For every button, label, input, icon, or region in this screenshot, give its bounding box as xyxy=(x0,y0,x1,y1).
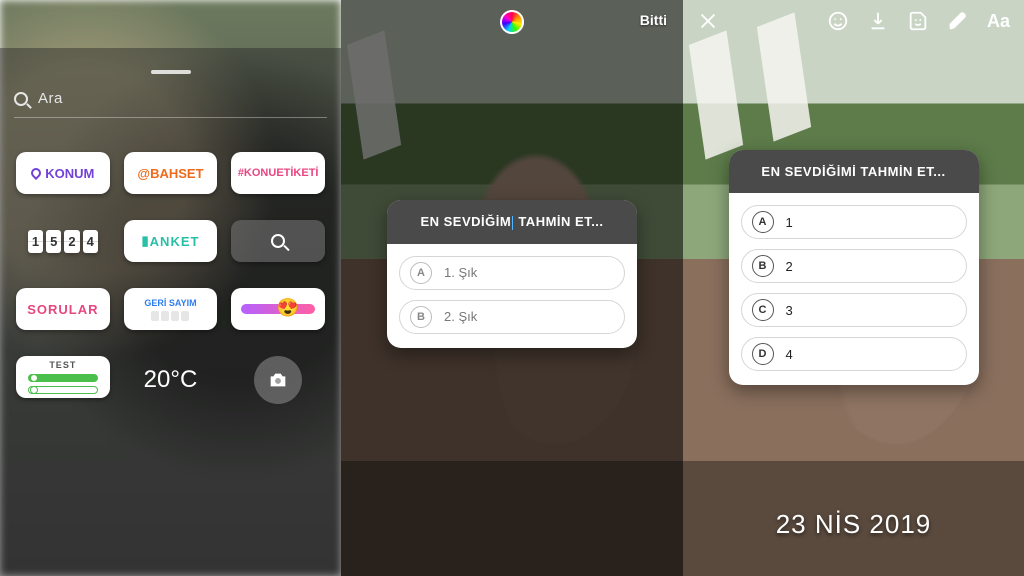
sticker-mention[interactable]: @BAHSET xyxy=(124,152,218,194)
option-letter: D xyxy=(752,343,774,365)
sticker-countdown[interactable]: GERİ SAYIM xyxy=(124,288,218,330)
sticker-weather[interactable]: 20°C xyxy=(124,356,218,404)
compose-topbar xyxy=(341,10,683,34)
panel-quiz-compose: Bitti EN SEVDİĞİM TAHMİN ET... A 1. Şık … xyxy=(341,0,683,576)
sticker-time[interactable]: 1 5 2 4 xyxy=(16,220,110,262)
sticker-gif-search[interactable] xyxy=(231,220,325,262)
heart-eyes-icon: 😍 xyxy=(277,297,299,318)
pin-icon xyxy=(29,166,43,180)
search-placeholder: Ara xyxy=(38,90,63,107)
option-letter: C xyxy=(752,299,774,321)
option-letter: A xyxy=(410,262,432,284)
option-text: 2. Şık xyxy=(444,309,477,324)
close-button[interactable] xyxy=(697,10,719,32)
color-picker-icon[interactable] xyxy=(500,10,524,34)
quiz-prompt-text: EN SEVDİĞİM xyxy=(420,214,511,229)
digit: 2 xyxy=(64,230,79,253)
camera-icon xyxy=(267,369,289,391)
quiz-sticker[interactable]: EN SEVDİĞİMİ TAHMİN ET... A1 B2 C3 D4 xyxy=(729,150,979,385)
quiz-sticker-editing[interactable]: EN SEVDİĞİM TAHMİN ET... A 1. Şık B 2. Ş… xyxy=(387,200,637,348)
option-text: 3 xyxy=(786,303,793,318)
story-edit-toolbar: Aa xyxy=(683,10,1024,32)
sticker-icon xyxy=(907,10,929,32)
quiz-prompt: EN SEVDİĞİMİ TAHMİN ET... xyxy=(729,150,979,193)
sticker-countdown-label: GERİ SAYIM xyxy=(144,298,196,308)
quiz-prompt-text: TAHMİN ET... xyxy=(514,214,603,229)
done-button[interactable]: Bitti xyxy=(640,12,667,28)
quiz-option[interactable]: A1 xyxy=(741,205,967,239)
option-letter: A xyxy=(752,211,774,233)
digit: 5 xyxy=(46,230,61,253)
digit: 4 xyxy=(83,230,98,253)
pencil-icon xyxy=(947,10,969,32)
sticker-poll-label: ANKET xyxy=(150,234,200,249)
digit: 1 xyxy=(28,230,43,253)
search-icon xyxy=(271,234,285,248)
quiz-options: A1 B2 C3 D4 xyxy=(729,193,979,385)
draw-button[interactable] xyxy=(947,10,969,32)
sticker-questions[interactable]: SORULAR xyxy=(16,288,110,330)
download-icon xyxy=(867,10,889,32)
option-text: 1. Şık xyxy=(444,265,477,280)
quiz-option[interactable]: C3 xyxy=(741,293,967,327)
quiz-option[interactable]: A 1. Şık xyxy=(399,256,625,290)
option-text: 1 xyxy=(786,215,793,230)
smiley-icon xyxy=(827,10,849,32)
sticker-drawer[interactable]: Ara KONUM @BAHSET #KONUETİKETİ 1 5 2 4 ▮… xyxy=(0,48,341,576)
option-text: 2 xyxy=(786,259,793,274)
date-sticker[interactable]: 23 NİS 2019 xyxy=(776,509,932,540)
panel-sticker-tray: Ara KONUM @BAHSET #KONUETİKETİ 1 5 2 4 ▮… xyxy=(0,0,341,576)
search-icon xyxy=(14,92,28,106)
option-text: 4 xyxy=(786,347,793,362)
quiz-row-icon xyxy=(28,386,98,394)
text-button[interactable]: Aa xyxy=(987,11,1010,32)
sticker-search[interactable]: Ara xyxy=(14,88,327,118)
sticker-button[interactable] xyxy=(907,10,929,32)
sticker-emoji-slider[interactable]: 😍 xyxy=(231,288,325,330)
sticker-location[interactable]: KONUM xyxy=(16,152,110,194)
quiz-option[interactable]: D4 xyxy=(741,337,967,371)
option-letter: B xyxy=(752,255,774,277)
sticker-poll[interactable]: ▮ ANKET xyxy=(124,220,218,262)
quiz-prompt-input[interactable]: EN SEVDİĞİM TAHMİN ET... xyxy=(387,200,637,244)
sticker-location-label: KONUM xyxy=(45,166,94,181)
quiz-option[interactable]: B2 xyxy=(741,249,967,283)
option-letter: B xyxy=(410,306,432,328)
sticker-grid: KONUM @BAHSET #KONUETİKETİ 1 5 2 4 ▮ ANK… xyxy=(14,118,327,404)
quiz-option[interactable]: B 2. Şık xyxy=(399,300,625,334)
sticker-quiz-label: TEST xyxy=(49,360,76,370)
sticker-hashtag[interactable]: #KONUETİKETİ xyxy=(231,152,325,194)
save-button[interactable] xyxy=(867,10,889,32)
countdown-bars-icon xyxy=(151,311,189,321)
close-icon xyxy=(697,10,719,32)
panel-quiz-placed: Aa EN SEVDİĞİMİ TAHMİN ET... A1 B2 C3 D4… xyxy=(683,0,1024,576)
quiz-options: A 1. Şık B 2. Şık xyxy=(387,244,637,348)
face-filter-button[interactable] xyxy=(827,10,849,32)
quiz-row-icon xyxy=(28,374,98,382)
sticker-camera[interactable] xyxy=(254,356,302,404)
drawer-grabber[interactable] xyxy=(151,70,191,74)
sticker-quiz[interactable]: TEST xyxy=(16,356,110,398)
